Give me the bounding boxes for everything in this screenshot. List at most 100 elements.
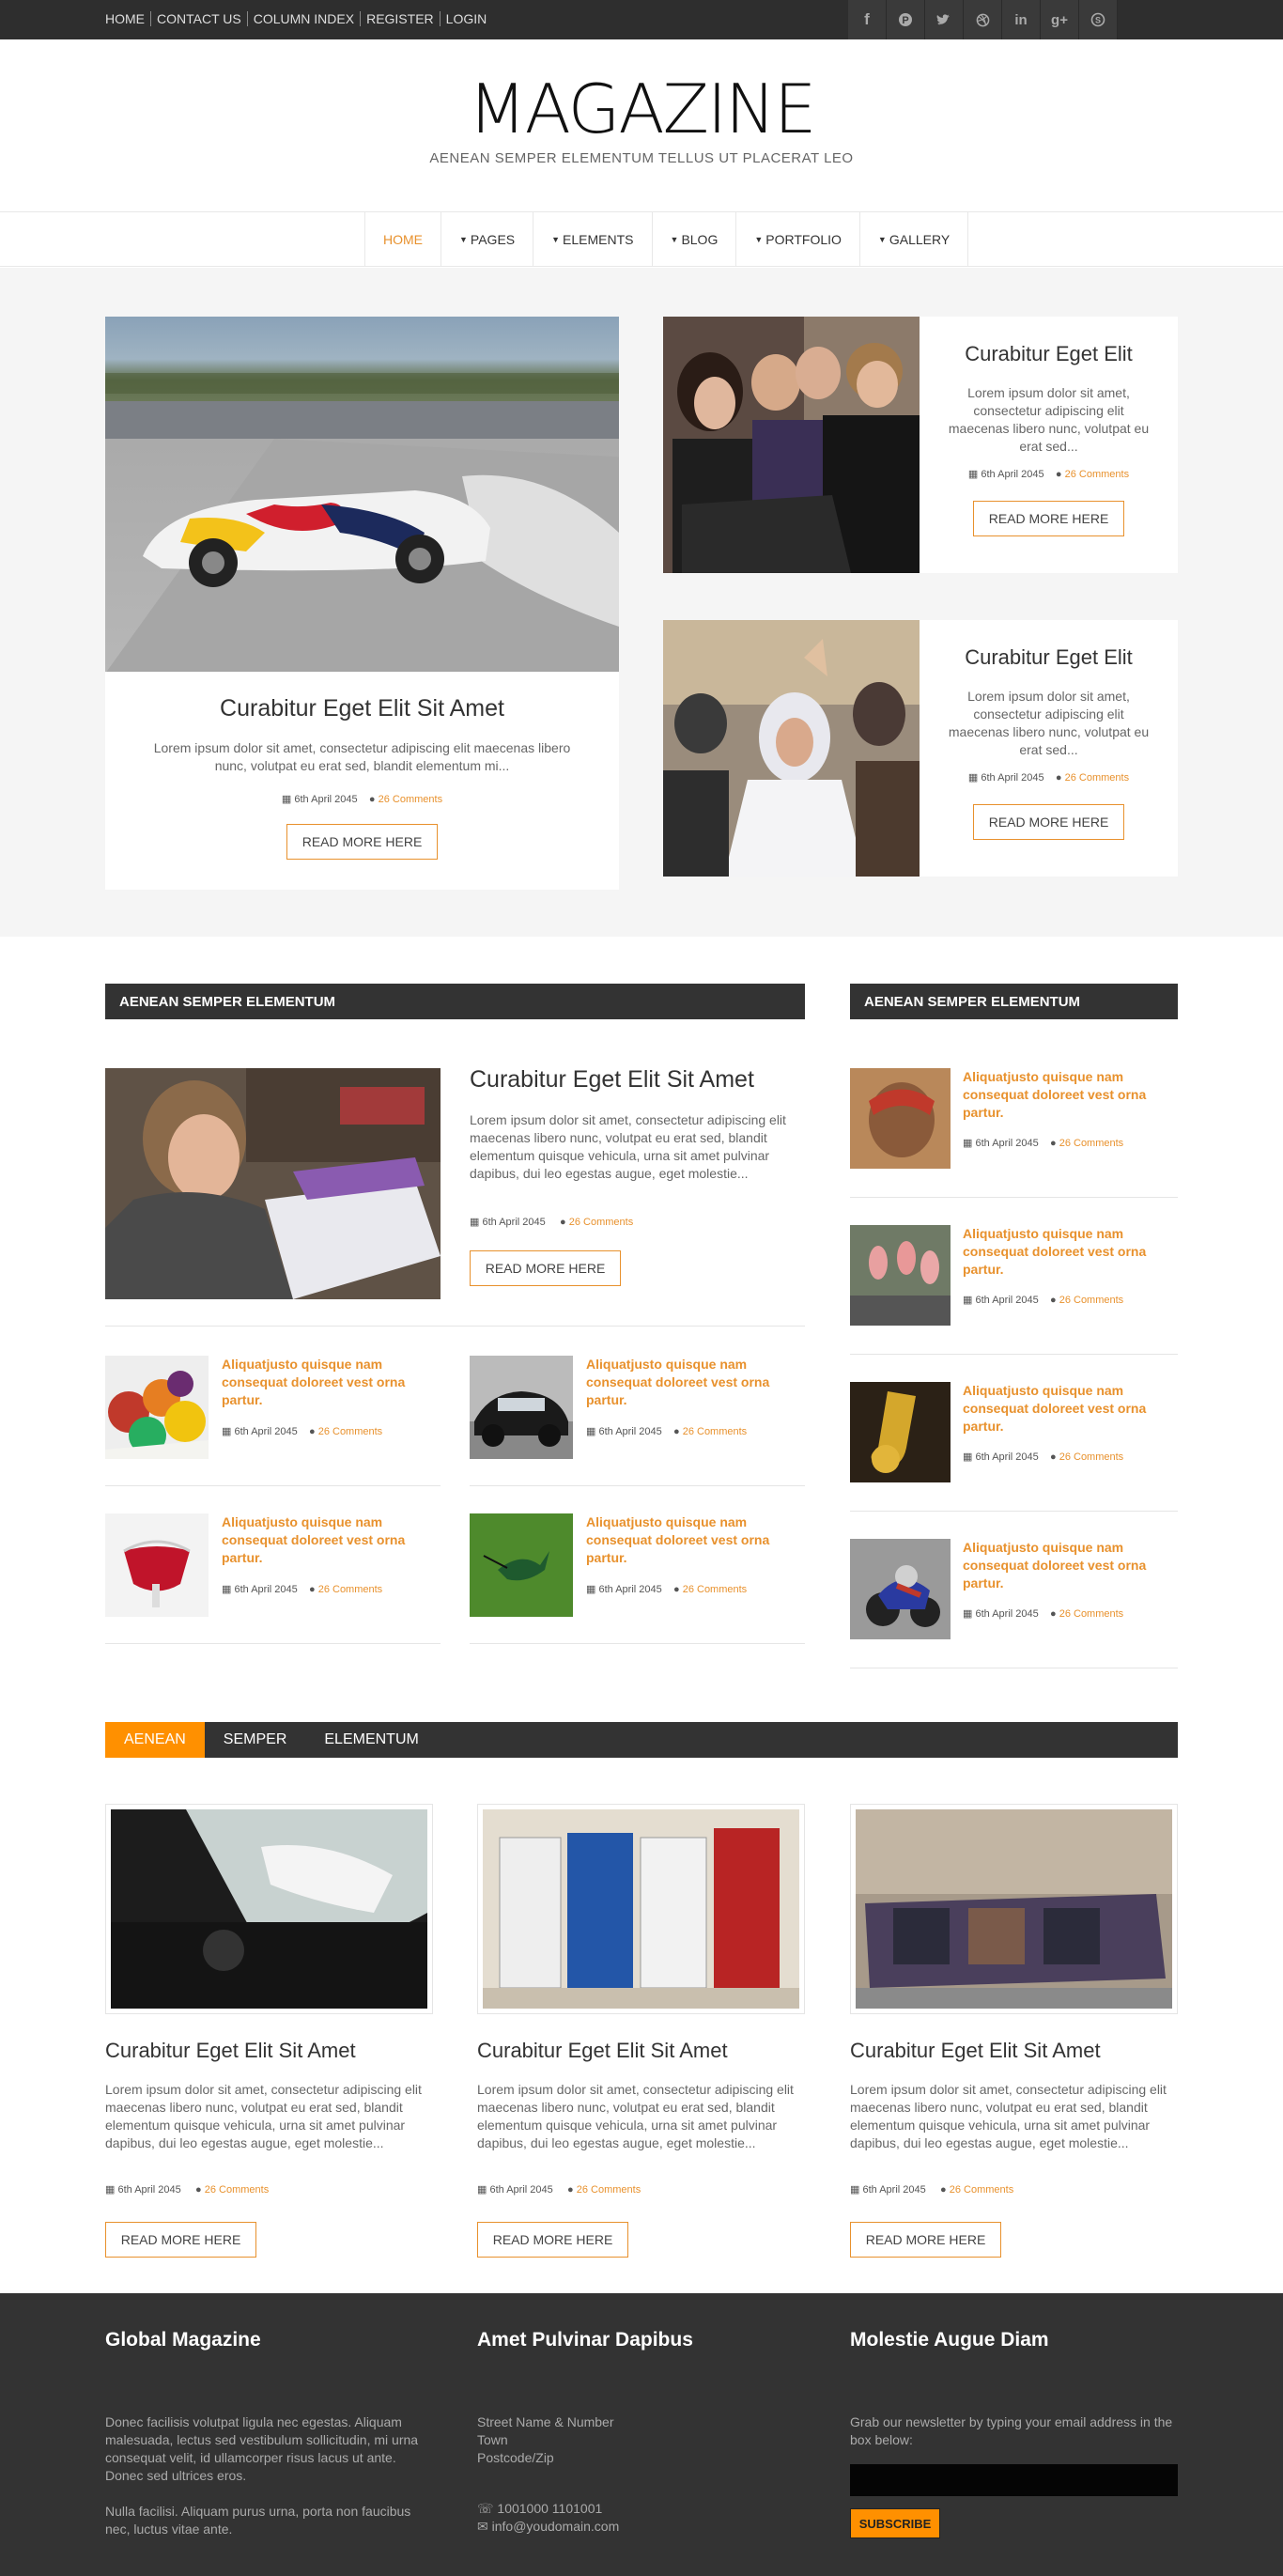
list-item-title[interactable]: Aliquatjusto quisque nam consequat dolor… [963,1382,1169,1435]
featured-side-image-2[interactable] [663,620,920,877]
top-link-login[interactable]: LOGIN [439,11,493,26]
list-item-title[interactable]: Aliquatjusto quisque nam consequat dolor… [222,1513,433,1567]
tab-aenean[interactable]: AENEAN [105,1722,205,1758]
featured-main-card: Curabitur Eget Elit Sit Amet Lorem ipsum… [105,317,619,890]
list-item-image[interactable] [850,1382,951,1482]
comment-icon: ● [1055,772,1062,784]
skype-icon[interactable]: S [1079,0,1118,39]
linkedin-icon[interactable]: in [1002,0,1041,39]
list-item-title[interactable]: Aliquatjusto quisque nam consequat dolor… [586,1513,797,1567]
site-logo[interactable]: MAGAZINE [0,70,1283,148]
nav-item-elements[interactable]: ▼ ELEMENTS [533,212,653,266]
sidebar-list-item: Aliquatjusto quisque nam consequat dolor… [850,1054,1178,1198]
comments-link[interactable]: 26 Comments [1059,1138,1123,1149]
newsletter-email-input[interactable] [850,2464,1178,2496]
list-item-title[interactable]: Aliquatjusto quisque nam consequat dolor… [586,1356,797,1409]
list-item-image[interactable] [470,1356,573,1459]
tab-post-read-more-button[interactable]: READ MORE HERE [477,2222,628,2258]
calendar-icon: ▦ [105,2184,116,2196]
nav-item-blog[interactable]: ▼ BLOG [653,212,737,266]
featured-side-read-more-button-2[interactable]: READ MORE HERE [973,804,1124,840]
list-item-image[interactable] [850,1225,951,1326]
email-link[interactable]: info@youdomain.com [492,2519,620,2534]
featured-side-title-2[interactable]: Curabitur Eget Elit [920,645,1178,670]
featured-main-image[interactable] [105,317,619,672]
list-item-image[interactable] [105,1356,209,1459]
list-item-title[interactable]: Aliquatjusto quisque nam consequat dolor… [963,1225,1169,1279]
tab-post-meta: ▦ 6th April 2045 ● 26 Comments [850,2183,1013,2196]
dribbble-icon[interactable] [964,0,1002,39]
facebook-icon[interactable]: f [848,0,887,39]
svg-text:P: P [902,15,908,26]
nav-item-portfolio[interactable]: ▼ PORTFOLIO [736,212,860,266]
featured-side-image-1[interactable] [663,317,920,573]
post-date: 6th April 2045 [234,1426,298,1437]
list-item-image[interactable] [470,1513,573,1617]
list-item-image[interactable] [105,1513,209,1617]
comments-link[interactable]: 26 Comments [1059,1295,1123,1306]
subscribe-button[interactable]: SUBSCRIBE [850,2508,940,2538]
list-item-title[interactable]: Aliquatjusto quisque nam consequat dolor… [222,1356,433,1409]
comments-link[interactable]: 26 Comments [1059,1608,1123,1620]
featured-side-title-1[interactable]: Curabitur Eget Elit [920,342,1178,366]
tab-post-read-more-button[interactable]: READ MORE HERE [105,2222,256,2258]
list-item-meta: ▦ 6th April 2045 ● 26 Comments [586,1583,747,1595]
nav-item-label: BLOG [681,231,719,247]
lead-post-read-more-button[interactable]: READ MORE HERE [470,1250,621,1286]
featured-side-excerpt-2: Lorem ipsum dolor sit amet, consectetur … [948,689,1150,757]
tab-post-image[interactable] [850,1804,1178,2014]
list-item-meta: ▦ 6th April 2045 ● 26 Comments [963,1607,1123,1620]
comments-link[interactable]: 26 Comments [683,1426,747,1437]
comment-icon: ● [672,1584,680,1595]
comments-link[interactable]: 26 Comments [577,2184,641,2196]
comment-icon: ● [1049,1608,1057,1620]
google-plus-icon[interactable]: g+ [1041,0,1079,39]
calendar-icon: ▦ [281,794,292,805]
tab-post-title[interactable]: Curabitur Eget Elit Sit Amet [477,2039,728,2063]
list-item: Aliquatjusto quisque nam consequat dolor… [470,1497,805,1644]
tab-post-title[interactable]: Curabitur Eget Elit Sit Amet [105,2039,356,2063]
comments-link[interactable]: 26 Comments [205,2184,269,2196]
comments-link[interactable]: 26 Comments [1065,772,1129,784]
comments-link[interactable]: 26 Comments [683,1584,747,1595]
top-link-register[interactable]: REGISTER [360,11,440,26]
comments-link[interactable]: 26 Comments [318,1584,382,1595]
comments-link[interactable]: 26 Comments [1065,469,1129,480]
lead-post-image[interactable] [105,1068,441,1299]
featured-main-title[interactable]: Curabitur Eget Elit Sit Amet [105,695,619,722]
top-link-home[interactable]: HOME [105,11,150,26]
list-item-title[interactable]: Aliquatjusto quisque nam consequat dolor… [963,1539,1169,1592]
top-link-contact[interactable]: CONTACT US [150,11,247,26]
site-tagline: AENEAN SEMPER ELEMENTUM TELLUS UT PLACER… [429,150,854,166]
tab-post-read-more-button[interactable]: READ MORE HERE [850,2222,1001,2258]
list-item-title[interactable]: Aliquatjusto quisque nam consequat dolor… [963,1068,1169,1122]
featured-side-read-more-button-1[interactable]: READ MORE HERE [973,501,1124,536]
section-right-heading: AENEAN SEMPER ELEMENTUM [850,984,1178,1019]
comments-link[interactable]: 26 Comments [950,2184,1013,2196]
nav-item-home[interactable]: HOME [365,212,441,266]
comments-link[interactable]: 26 Comments [1059,1451,1123,1463]
comments-link[interactable]: 26 Comments [569,1217,633,1228]
tab-elementum[interactable]: ELEMENTUM [305,1722,437,1758]
social-links: f P in g+ S [848,0,1118,39]
tab-post-image[interactable] [105,1804,433,2014]
footer-about-text-2: Nulla facilisi. Aliquam purus urna, port… [105,2504,411,2537]
tab-post-image[interactable] [477,1804,805,2014]
pinterest-icon[interactable]: P [887,0,925,39]
comment-icon: ● [308,1426,316,1437]
comments-link[interactable]: 26 Comments [379,794,442,805]
tab-post-title[interactable]: Curabitur Eget Elit Sit Amet [850,2039,1101,2063]
nav-item-gallery[interactable]: ▼ GALLERY [860,212,969,266]
twitter-icon[interactable] [925,0,964,39]
footer-heading-2: Amet Pulvinar Dapibus [477,2329,693,2351]
lead-post-title[interactable]: Curabitur Eget Elit Sit Amet [470,1066,754,1094]
post-date: 6th April 2045 [975,1138,1039,1149]
list-item-image[interactable] [850,1068,951,1169]
list-item-image[interactable] [850,1539,951,1639]
comments-link[interactable]: 26 Comments [318,1426,382,1437]
calendar-icon: ▦ [963,1608,973,1620]
featured-main-read-more-button[interactable]: READ MORE HERE [286,824,438,860]
nav-item-pages[interactable]: ▼ PAGES [441,212,534,266]
tab-semper[interactable]: SEMPER [205,1722,306,1758]
top-link-column-index[interactable]: COLUMN INDEX [246,11,360,26]
